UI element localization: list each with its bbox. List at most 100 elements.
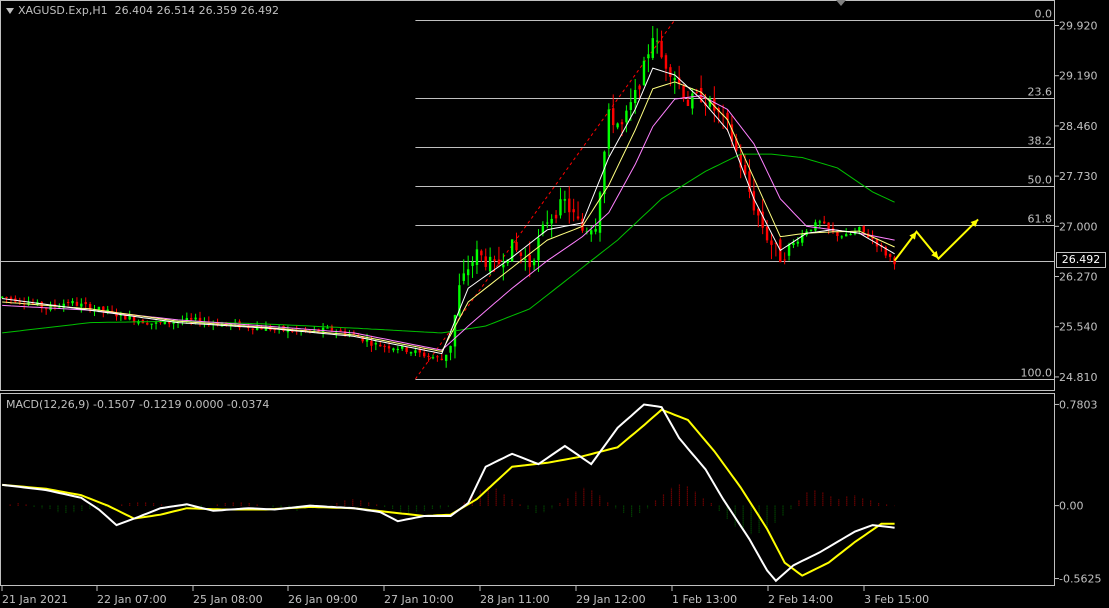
x-tick-label: 2 Feb 14:00 <box>768 593 833 606</box>
candle-body <box>71 300 74 304</box>
candle-body <box>607 109 611 149</box>
chart-canvas: 0.0 23.6 38.2 50.0 61.8 100.0 29.920 29.190 28.… <box>0 0 1101 606</box>
candle-body <box>590 230 593 235</box>
candle-body <box>660 40 663 58</box>
macd-panel-border <box>0 393 1055 586</box>
candle-body <box>440 358 443 361</box>
candle-body <box>88 303 92 311</box>
candle-body <box>84 302 87 305</box>
candle-body <box>475 249 479 266</box>
candle-body <box>444 354 448 361</box>
x-tick-label: 22 Jan 07:00 <box>97 593 167 606</box>
macd-y-tick-label: 0.00 <box>1059 500 1084 513</box>
candle-body <box>5 296 8 298</box>
y-tick-label: 25.540 <box>1059 321 1098 334</box>
candle-body <box>783 259 786 261</box>
candle-body <box>0 296 4 298</box>
candle-body <box>814 222 817 231</box>
candle-body <box>532 260 536 266</box>
candle-body <box>792 242 795 246</box>
x-tick-label: 28 Jan 11:00 <box>480 593 550 606</box>
main-panel-border <box>0 0 1055 391</box>
ma-slow-line <box>2 95 895 351</box>
candle-body <box>326 327 329 329</box>
candle-body <box>251 328 254 330</box>
candle-body <box>519 252 523 256</box>
candle-body <box>9 297 13 300</box>
candle-body <box>405 347 408 353</box>
candle-body <box>568 198 571 213</box>
candle-body <box>524 258 527 261</box>
candle-body <box>603 151 606 195</box>
candle-body <box>682 85 685 100</box>
fib-level-label: 23.6 <box>1028 86 1053 99</box>
candle-body <box>612 108 615 126</box>
candle-body <box>827 222 830 229</box>
candle-body <box>462 273 465 281</box>
candle-body <box>409 352 413 354</box>
axes: 29.920 29.190 28.460 27.730 27.000 26.270 25.5… <box>1 20 1101 606</box>
candle-body <box>150 323 153 325</box>
candle-body <box>836 231 839 237</box>
chart-frame <box>0 0 1055 586</box>
candle-body <box>480 250 483 256</box>
collapse-triangle-icon[interactable] <box>6 8 14 14</box>
fib-level-label: 61.8 <box>1028 213 1053 226</box>
candle-body <box>44 308 48 310</box>
y-tick-label: 28.460 <box>1059 120 1098 133</box>
symbol-label: XAGUSD.Exp,H1 <box>18 4 108 17</box>
candle-body <box>493 259 496 261</box>
y-tick-label: 26.270 <box>1059 271 1098 284</box>
candle-body <box>427 355 430 357</box>
candle-body <box>392 348 395 351</box>
candle-body <box>576 216 580 219</box>
candle-body <box>379 344 382 347</box>
candle-body <box>497 259 501 264</box>
candle-body <box>466 269 470 276</box>
y-tick-label: 24.810 <box>1059 371 1098 384</box>
candle-body <box>414 350 417 353</box>
candle-body <box>629 102 633 110</box>
candle-body <box>651 38 654 58</box>
candle-body <box>502 264 505 268</box>
candle-body <box>546 222 549 224</box>
moving-averages <box>2 67 979 355</box>
candle-body <box>387 346 391 349</box>
candle-body <box>365 339 369 342</box>
candle-body <box>765 226 769 241</box>
candle-body <box>563 199 567 201</box>
candle-body <box>664 55 668 69</box>
candle-body <box>321 327 325 332</box>
candle-body <box>673 77 676 81</box>
x-tick-label: 26 Jan 09:00 <box>288 593 358 606</box>
candle-body <box>858 227 861 231</box>
candle-body <box>75 301 79 306</box>
candle-body <box>528 254 531 268</box>
candle-body <box>471 262 474 266</box>
candle-body <box>190 318 193 320</box>
candle-body <box>66 302 70 304</box>
candle-body <box>383 345 386 347</box>
y-tick-label: 29.190 <box>1059 70 1098 83</box>
candle-body <box>172 322 175 324</box>
candle-body <box>194 317 197 320</box>
ma-mid-line <box>2 81 895 353</box>
fib-level-label: 0.0 <box>1035 8 1053 21</box>
candle-body <box>537 237 540 261</box>
candle-body <box>862 225 865 233</box>
candle-body <box>339 330 342 332</box>
y-tick-label: 27.730 <box>1059 170 1098 183</box>
candle-body <box>515 241 518 251</box>
candle-body <box>633 89 637 104</box>
macd-indicator <box>2 403 895 583</box>
candle-body <box>154 322 158 324</box>
x-tick-label: 3 Feb 15:00 <box>864 593 929 606</box>
candle-body <box>80 303 83 307</box>
ma-long-line <box>2 153 895 334</box>
x-tick-label: 29 Jan 12:00 <box>576 593 646 606</box>
fib-level-label: 50.0 <box>1028 174 1053 187</box>
macd-y-tick-label: 0.7803 <box>1059 398 1098 411</box>
candle-body <box>572 209 575 213</box>
candle-body <box>888 254 892 257</box>
y-tick-label: 29.920 <box>1059 20 1098 33</box>
